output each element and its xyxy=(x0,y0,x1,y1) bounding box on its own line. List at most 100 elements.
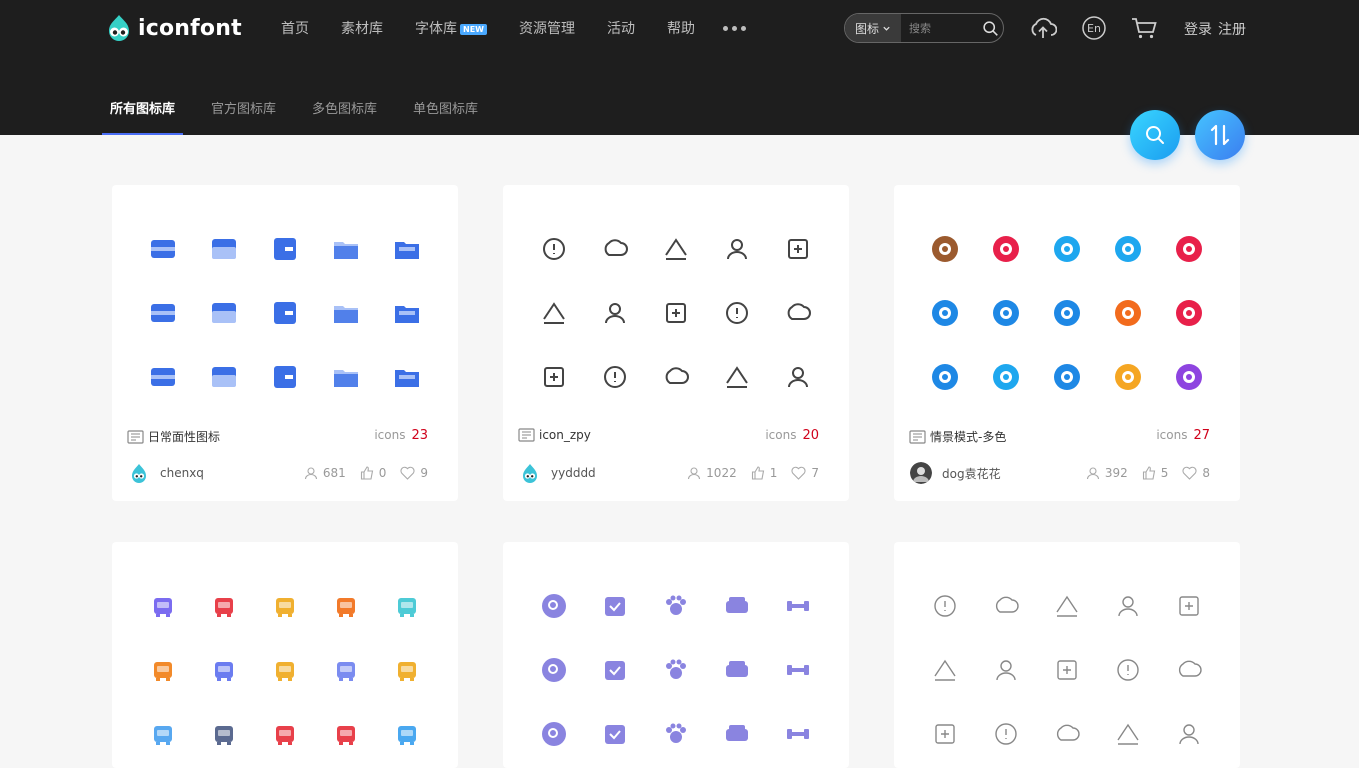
avatar[interactable] xyxy=(519,462,541,484)
preview-icon-cell[interactable] xyxy=(316,574,377,638)
preview-icon-cell[interactable] xyxy=(193,281,254,345)
preview-icon-cell[interactable] xyxy=(254,345,315,409)
nav-activities[interactable]: 活动 xyxy=(607,18,635,38)
preview-icon-cell[interactable] xyxy=(914,574,975,638)
preview-icon-cell[interactable] xyxy=(1098,217,1159,281)
preview-icon-cell[interactable] xyxy=(1159,217,1220,281)
cart-icon[interactable] xyxy=(1130,14,1158,42)
likes-stat[interactable]: 0 xyxy=(360,466,386,480)
preview-icon-cell[interactable] xyxy=(132,281,193,345)
preview-icon-cell[interactable] xyxy=(377,574,438,638)
card-title[interactable]: 情景模式-多色 xyxy=(909,428,1006,445)
card-title[interactable]: icon_zpy xyxy=(518,428,591,442)
preview-icon-cell[interactable] xyxy=(1159,345,1220,409)
search-type-select[interactable]: 图标 xyxy=(845,14,901,42)
search-input[interactable] xyxy=(901,14,977,42)
preview-icon-cell[interactable] xyxy=(132,574,193,638)
preview-icon-cell[interactable] xyxy=(645,638,706,702)
preview-icon-cell[interactable] xyxy=(377,345,438,409)
preview-icon-cell[interactable] xyxy=(645,574,706,638)
preview-icon-cell[interactable] xyxy=(768,217,829,281)
preview-icon-cell[interactable] xyxy=(975,217,1036,281)
preview-icon-cell[interactable] xyxy=(254,702,315,766)
preview-icon-cell[interactable] xyxy=(377,638,438,702)
preview-icon-cell[interactable] xyxy=(1159,281,1220,345)
preview-icon-cell[interactable] xyxy=(707,638,768,702)
preview-icon-cell[interactable] xyxy=(914,345,975,409)
icon-library-card[interactable]: 日常面性图标 icons 23 chenxq 681 0 9 xyxy=(112,185,458,501)
preview-icon-cell[interactable] xyxy=(523,345,584,409)
preview-icon-cell[interactable] xyxy=(254,281,315,345)
preview-icon-cell[interactable] xyxy=(584,217,645,281)
preview-icon-cell[interactable] xyxy=(975,702,1036,766)
icon-library-card[interactable] xyxy=(112,542,458,768)
preview-icon-cell[interactable] xyxy=(254,574,315,638)
tab-all-libraries[interactable]: 所有图标库 xyxy=(102,98,184,135)
preview-icon-cell[interactable] xyxy=(975,574,1036,638)
upload-cloud-icon[interactable] xyxy=(1029,14,1057,42)
preview-icon-cell[interactable] xyxy=(1036,217,1097,281)
preview-icon-cell[interactable] xyxy=(768,638,829,702)
preview-icon-cell[interactable] xyxy=(914,217,975,281)
preview-icon-cell[interactable] xyxy=(132,345,193,409)
preview-icon-cell[interactable] xyxy=(1098,702,1159,766)
logo[interactable]: iconfont xyxy=(104,12,242,44)
tab-monochrome-libraries[interactable]: 单色图标库 xyxy=(413,98,478,135)
favorites-stat[interactable]: 8 xyxy=(1182,466,1210,480)
preview-icon-cell[interactable] xyxy=(316,638,377,702)
icon-library-card[interactable] xyxy=(894,542,1240,768)
preview-icon-cell[interactable] xyxy=(768,345,829,409)
preview-icon-cell[interactable] xyxy=(645,345,706,409)
followers-stat[interactable]: 392 xyxy=(1086,466,1128,480)
preview-icon-cell[interactable] xyxy=(316,702,377,766)
preview-icon-cell[interactable] xyxy=(377,217,438,281)
floating-sort-button[interactable] xyxy=(1195,110,1245,160)
preview-icon-cell[interactable] xyxy=(132,702,193,766)
preview-icon-cell[interactable] xyxy=(1159,574,1220,638)
floating-search-button[interactable] xyxy=(1130,110,1180,160)
preview-icon-cell[interactable] xyxy=(768,281,829,345)
nav-help[interactable]: 帮助 xyxy=(667,18,695,38)
followers-stat[interactable]: 1022 xyxy=(687,466,737,480)
preview-icon-cell[interactable] xyxy=(1036,574,1097,638)
preview-icon-cell[interactable] xyxy=(193,638,254,702)
preview-icon-cell[interactable] xyxy=(707,574,768,638)
login-link[interactable]: 登录 xyxy=(1184,19,1212,39)
preview-icon-cell[interactable] xyxy=(523,281,584,345)
preview-icon-cell[interactable] xyxy=(316,217,377,281)
preview-icon-cell[interactable] xyxy=(1159,638,1220,702)
likes-stat[interactable]: 1 xyxy=(751,466,777,480)
icon-library-card[interactable] xyxy=(503,542,849,768)
icon-library-card[interactable]: icon_zpy icons 20 yydddd 1022 1 7 xyxy=(503,185,849,501)
preview-icon-cell[interactable] xyxy=(584,702,645,766)
preview-icon-cell[interactable] xyxy=(1098,574,1159,638)
preview-icon-cell[interactable] xyxy=(1036,702,1097,766)
nav-fonts[interactable]: 字体库 NEW xyxy=(415,18,487,38)
preview-icon-cell[interactable] xyxy=(132,638,193,702)
icon-library-card[interactable]: 情景模式-多色 icons 27 dog袁花花 392 5 8 xyxy=(894,185,1240,501)
likes-stat[interactable]: 5 xyxy=(1142,466,1168,480)
preview-icon-cell[interactable] xyxy=(1036,638,1097,702)
preview-icon-cell[interactable] xyxy=(1159,702,1220,766)
language-switch[interactable]: En xyxy=(1080,14,1108,42)
preview-icon-cell[interactable] xyxy=(707,217,768,281)
preview-icon-cell[interactable] xyxy=(1036,345,1097,409)
preview-icon-cell[interactable] xyxy=(975,281,1036,345)
preview-icon-cell[interactable] xyxy=(1098,281,1159,345)
preview-icon-cell[interactable] xyxy=(914,702,975,766)
preview-icon-cell[interactable] xyxy=(193,217,254,281)
favorites-stat[interactable]: 9 xyxy=(400,466,428,480)
tab-multicolor-libraries[interactable]: 多色图标库 xyxy=(312,98,377,135)
preview-icon-cell[interactable] xyxy=(523,574,584,638)
preview-icon-cell[interactable] xyxy=(768,702,829,766)
preview-icon-cell[interactable] xyxy=(193,702,254,766)
preview-icon-cell[interactable] xyxy=(914,281,975,345)
preview-icon-cell[interactable] xyxy=(132,217,193,281)
preview-icon-cell[interactable] xyxy=(975,638,1036,702)
preview-icon-cell[interactable] xyxy=(193,574,254,638)
card-title[interactable]: 日常面性图标 xyxy=(127,428,220,445)
favorites-stat[interactable]: 7 xyxy=(791,466,819,480)
preview-icon-cell[interactable] xyxy=(193,345,254,409)
author-name[interactable]: dog袁花花 xyxy=(942,465,1086,482)
preview-icon-cell[interactable] xyxy=(645,217,706,281)
